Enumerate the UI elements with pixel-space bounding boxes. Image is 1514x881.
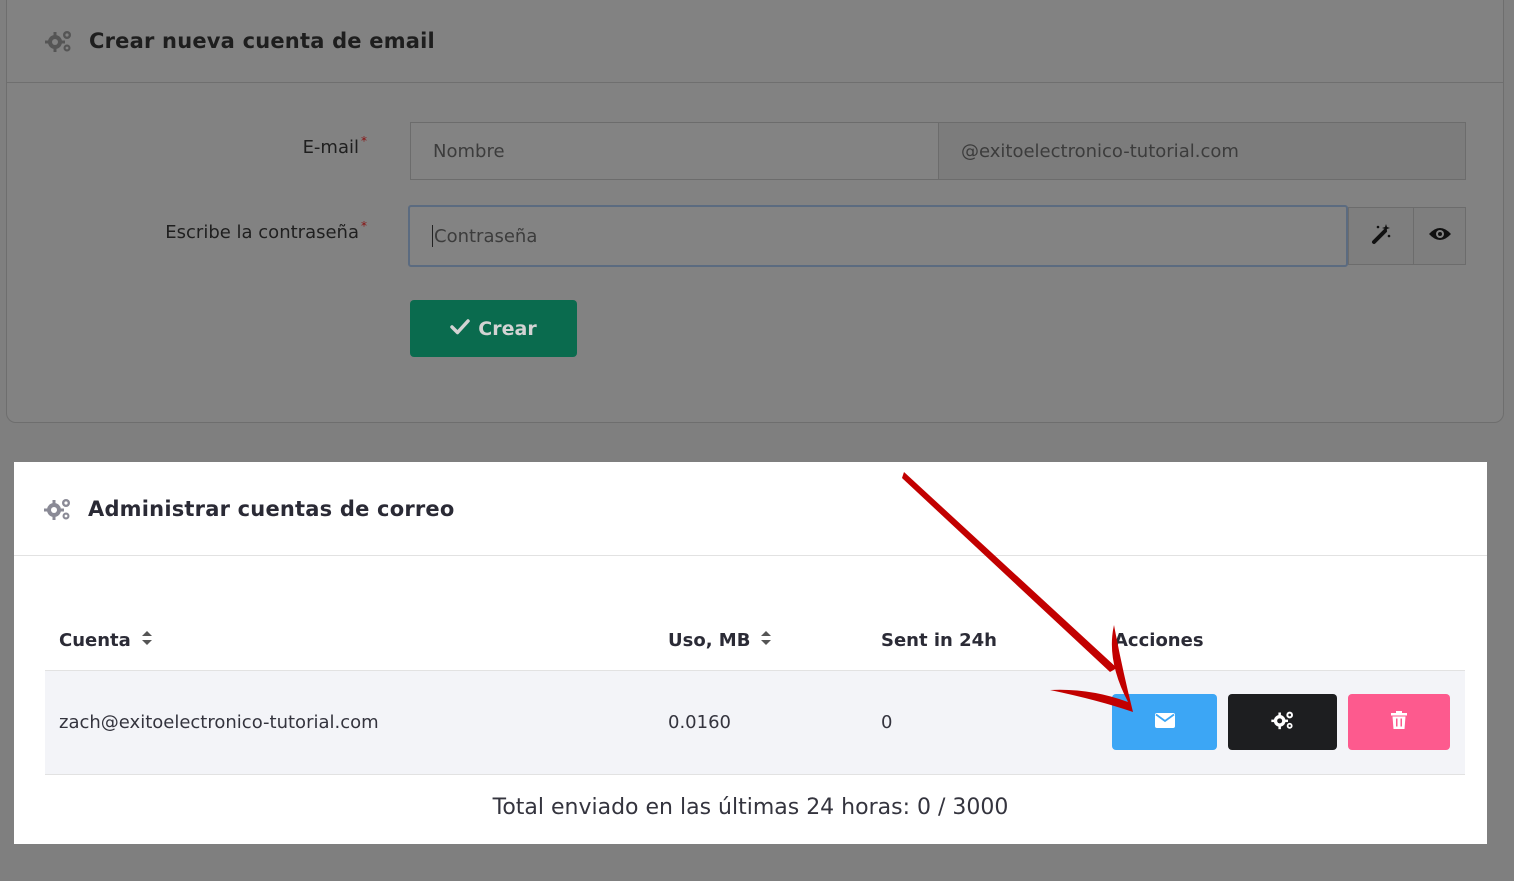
envelope-icon xyxy=(1154,712,1175,732)
account-settings-button[interactable] xyxy=(1228,694,1337,750)
column-header-actions: Acciones xyxy=(1114,630,1204,651)
magic-wand-icon xyxy=(1370,223,1392,249)
delete-account-button[interactable] xyxy=(1348,694,1450,750)
sort-icon xyxy=(141,630,153,651)
total-sent-summary: Total enviado en las últimas 24 horas: 0… xyxy=(492,795,1009,820)
account-usage: 0.0160 xyxy=(668,712,731,733)
create-account-card: Crear nueva cuenta de email E-mail * Nomb… xyxy=(6,0,1504,423)
gears-icon xyxy=(44,497,72,521)
manage-card-title: Administrar cuentas de correo xyxy=(88,496,455,521)
account-sent: 0 xyxy=(881,712,893,733)
account-email: zach@exitoelectronico-tutorial.com xyxy=(59,712,379,733)
gears-icon xyxy=(1270,710,1295,734)
email-label: E-mail * xyxy=(302,134,367,158)
password-input[interactable]: Contraseña xyxy=(408,205,1348,267)
generate-password-button[interactable] xyxy=(1348,207,1414,265)
text-caret xyxy=(432,225,433,247)
sort-icon xyxy=(760,630,772,651)
create-card-header: Crear nueva cuenta de email xyxy=(7,0,1503,83)
column-header-usage[interactable]: Uso, MB xyxy=(668,630,772,651)
check-icon xyxy=(450,318,471,340)
manage-accounts-card: Administrar cuentas de correo Cuenta Uso… xyxy=(14,462,1487,844)
create-card-title: Crear nueva cuenta de email xyxy=(89,28,435,53)
email-domain-suffix: @exitoelectronico-tutorial.com xyxy=(938,122,1466,180)
column-header-sent: Sent in 24h xyxy=(881,630,997,651)
gears-icon xyxy=(45,29,73,53)
manage-card-header: Administrar cuentas de correo xyxy=(14,462,1487,556)
webmail-button[interactable] xyxy=(1112,694,1217,750)
create-button[interactable]: Crear xyxy=(410,300,577,357)
show-password-button[interactable] xyxy=(1413,207,1466,265)
trash-icon xyxy=(1391,711,1407,733)
password-label: Escribe la contraseña * xyxy=(165,219,367,243)
email-name-input[interactable]: Nombre xyxy=(410,122,939,180)
column-header-account[interactable]: Cuenta xyxy=(59,630,153,651)
eye-icon xyxy=(1428,226,1452,246)
